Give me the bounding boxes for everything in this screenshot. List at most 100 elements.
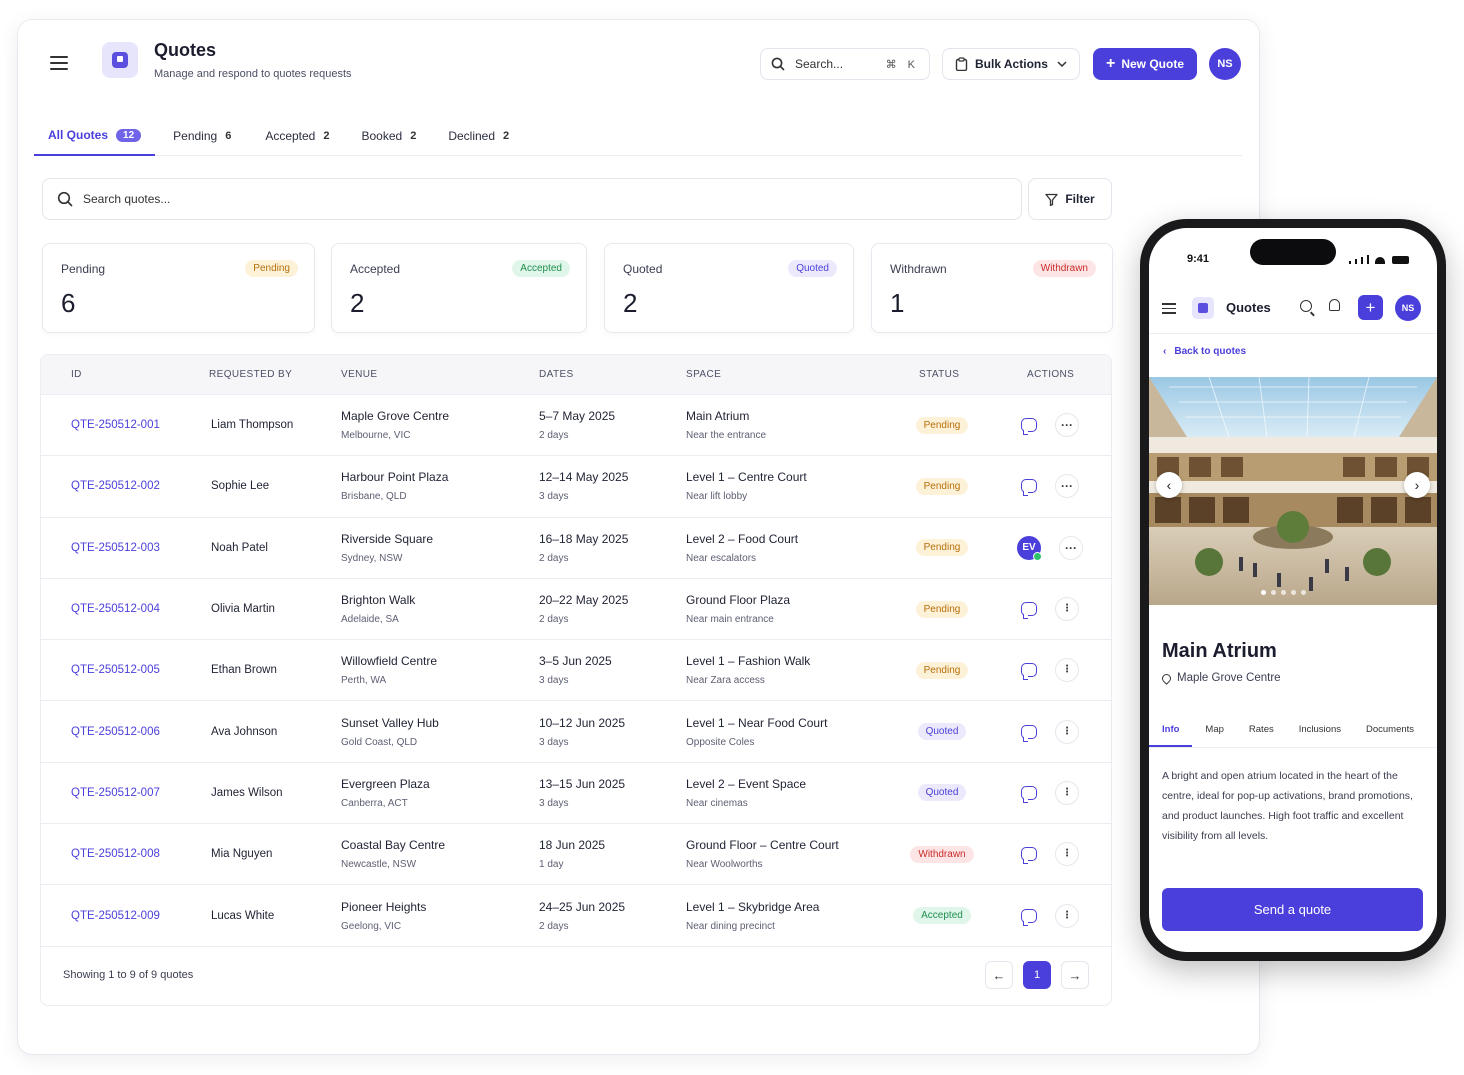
more-actions-button[interactable]: ⋮	[1055, 842, 1079, 867]
column-header-status[interactable]: STATUS	[919, 369, 959, 380]
table-row[interactable]: QTE-250512-003 Noah Patel Riverside Square…	[41, 518, 1111, 579]
table-row[interactable]: QTE-250512-001 Liam Thompson Maple Grove C…	[41, 395, 1111, 457]
more-actions-button[interactable]: ⋮	[1055, 719, 1079, 744]
stat-value: 2	[350, 288, 365, 318]
tab-booked[interactable]: Booked 2	[347, 116, 430, 156]
duration: 2 days	[539, 552, 569, 564]
quote-id-link[interactable]: QTE-250512-008	[71, 848, 160, 860]
bulk-actions-button[interactable]: Bulk Actions	[942, 48, 1080, 80]
status-bar-time: 9:41	[1187, 253, 1210, 265]
column-header-id[interactable]: ID	[71, 369, 82, 380]
carousel-prev-button[interactable]: ‹	[1156, 472, 1182, 498]
table-row[interactable]: QTE-250512-009 Lucas White Pioneer Heights…	[41, 885, 1111, 947]
table-row[interactable]: QTE-250512-002 Sophie Lee Harbour Point Pl…	[41, 456, 1111, 518]
tab-rates[interactable]: Rates	[1236, 715, 1286, 747]
more-actions-button[interactable]: ⋮	[1055, 903, 1079, 928]
tab-info[interactable]: Info	[1149, 715, 1193, 747]
space-note: Near main entrance	[686, 614, 774, 626]
message-icon[interactable]	[1021, 785, 1037, 803]
back-to-quotes-link[interactable]: ‹ Back to quotes	[1163, 346, 1246, 357]
quote-id-link[interactable]: QTE-250512-005	[71, 664, 160, 676]
table-row[interactable]: QTE-250512-007 James Wilson Evergreen Plaz…	[41, 763, 1111, 825]
assignee-avatar[interactable]: EV	[1017, 535, 1042, 561]
space-note: Near cinemas	[686, 797, 748, 809]
status-badge: Accepted	[512, 260, 570, 277]
date-range: 13–15 Jun 2025	[539, 776, 626, 791]
more-actions-button[interactable]: ···	[1055, 413, 1079, 438]
more-icon: ⋮	[1062, 786, 1072, 798]
user-avatar[interactable]: NS	[1209, 48, 1241, 80]
menu-icon[interactable]	[50, 56, 68, 70]
search-icon[interactable]	[1300, 300, 1312, 312]
message-icon[interactable]	[1021, 847, 1037, 865]
venue-location: Canberra, ACT	[341, 797, 408, 809]
next-page-button[interactable]: →	[1061, 961, 1089, 989]
tab-label: Declined	[448, 129, 496, 143]
quote-id-link[interactable]: QTE-250512-006	[71, 726, 160, 738]
message-icon[interactable]	[1021, 479, 1037, 497]
quote-id-link[interactable]: QTE-250512-002	[71, 480, 160, 492]
table-row[interactable]: QTE-250512-005 Ethan Brown Willowfield Cen…	[41, 640, 1111, 702]
page-button[interactable]: 1	[1023, 961, 1051, 989]
message-icon[interactable]	[1021, 602, 1037, 620]
new-quote-button[interactable]: + New Quote	[1093, 48, 1197, 80]
more-actions-button[interactable]: ⋮	[1055, 658, 1079, 683]
bell-icon[interactable]	[1329, 299, 1340, 311]
message-icon[interactable]	[1021, 663, 1037, 681]
global-search-input[interactable]: Search... ⌘ K	[760, 48, 930, 80]
stat-card-withdrawn[interactable]: Withdrawn 1 Withdrawn	[871, 243, 1113, 333]
tab-documents[interactable]: Documents	[1353, 715, 1426, 747]
venue-location: Adelaide, SA	[341, 614, 399, 626]
tab-declined[interactable]: Declined 2	[434, 116, 523, 156]
send-quote-button[interactable]: Send a quote	[1162, 888, 1423, 931]
message-icon[interactable]	[1021, 724, 1037, 742]
column-header-venue[interactable]: VENUE	[341, 369, 377, 380]
stat-card-pending[interactable]: Pending 6 Pending	[42, 243, 315, 333]
carousel-next-button[interactable]: ›	[1404, 472, 1430, 498]
quote-id-link[interactable]: QTE-250512-003	[71, 542, 160, 554]
venue-name: Pioneer Heights	[341, 899, 427, 914]
table-row[interactable]: QTE-250512-004 Olivia Martin Brighton Walk…	[41, 579, 1111, 641]
add-quote-button[interactable]: +	[1358, 295, 1383, 320]
tab-all-quotes[interactable]: All Quotes 12	[34, 116, 156, 156]
stat-card-quoted[interactable]: Quoted 2 Quoted	[604, 243, 854, 333]
page-subtitle: Manage and respond to quotes requests	[154, 68, 352, 80]
space-photo-carousel[interactable]: ‹ ›	[1149, 377, 1437, 605]
stat-label: Withdrawn	[890, 262, 947, 276]
user-avatar[interactable]: NS	[1395, 295, 1421, 321]
more-actions-button[interactable]: ⋮	[1055, 597, 1079, 622]
message-icon[interactable]	[1021, 908, 1037, 926]
duration: 2 days	[539, 920, 569, 932]
chevron-down-icon	[1057, 61, 1067, 67]
carousel-dots[interactable]	[1261, 590, 1306, 595]
space-note: Near Woolworths	[686, 859, 763, 871]
quote-id-link[interactable]: QTE-250512-001	[71, 419, 160, 431]
more-actions-button[interactable]: ⋮	[1055, 780, 1079, 805]
quote-id-link[interactable]: QTE-250512-009	[71, 910, 160, 922]
column-header-space[interactable]: SPACE	[686, 369, 721, 380]
filter-button[interactable]: Filter	[1028, 178, 1112, 220]
requested-by: James Wilson	[211, 786, 283, 799]
more-actions-button[interactable]: ···	[1059, 535, 1083, 560]
quote-search-input[interactable]: Search quotes...	[42, 178, 1022, 220]
column-header-dates[interactable]: DATES	[539, 369, 574, 380]
quote-id-link[interactable]: QTE-250512-004	[71, 603, 160, 615]
more-actions-button[interactable]: ···	[1055, 474, 1079, 499]
table-row[interactable]: QTE-250512-006 Ava Johnson Sunset Valley H…	[41, 701, 1111, 763]
space-name: Ground Floor Plaza	[686, 593, 791, 608]
table-row[interactable]: QTE-250512-008 Mia Nguyen Coastal Bay Cent…	[41, 824, 1111, 886]
stat-card-accepted[interactable]: Accepted 2 Accepted	[331, 243, 587, 333]
tab-inclusions[interactable]: Inclusions	[1286, 715, 1353, 747]
space-name: Level 2 – Event Space	[686, 776, 807, 791]
column-header-requested-by[interactable]: REQUESTED BY	[209, 369, 292, 380]
tab-map[interactable]: Map	[1192, 715, 1235, 747]
status-badge: Quoted	[788, 260, 837, 277]
message-icon[interactable]	[1021, 418, 1037, 436]
prev-page-button[interactable]: ←	[985, 961, 1013, 989]
stat-label: Accepted	[350, 262, 401, 276]
menu-icon[interactable]	[1162, 303, 1176, 314]
tab-pending[interactable]: Pending 6	[159, 116, 245, 156]
space-venue: Maple Grove Centre	[1160, 671, 1281, 685]
quote-id-link[interactable]: QTE-250512-007	[71, 787, 160, 799]
tab-accepted[interactable]: Accepted 2	[251, 116, 343, 156]
